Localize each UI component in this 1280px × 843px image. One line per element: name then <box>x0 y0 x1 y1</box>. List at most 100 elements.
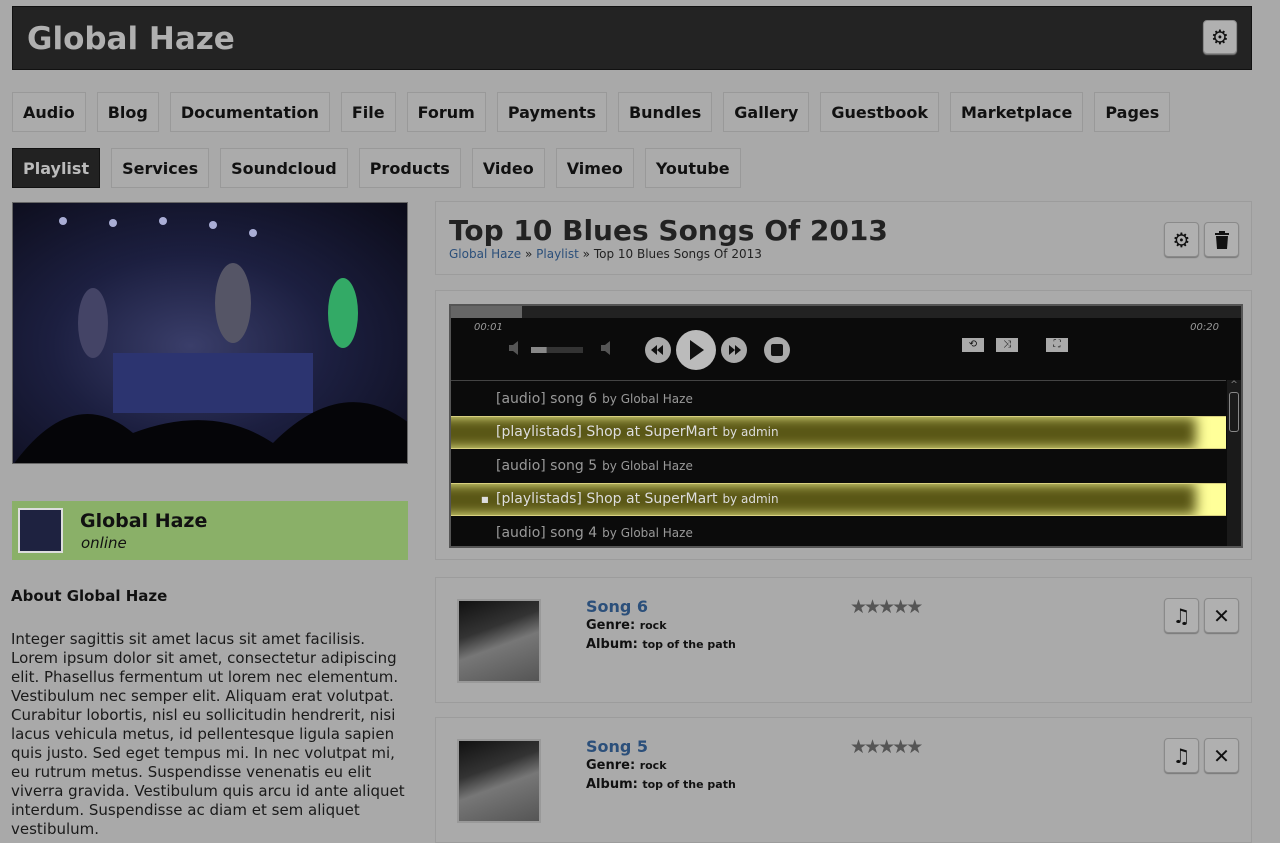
star-icon[interactable]: ★ <box>850 736 867 758</box>
album-value: top of the path <box>642 638 736 651</box>
song-title[interactable]: Song 6 <box>586 597 648 616</box>
main-nav: Audio Blog Documentation File Forum Payments B… <box>12 92 1212 188</box>
nav-blog[interactable]: Blog <box>96 92 159 132</box>
playlist-scrollbar[interactable]: ^ <box>1227 380 1241 546</box>
track-artist: by admin <box>722 492 779 506</box>
track-item[interactable]: ■ [playlistads] Shop at SuperMart by admin <box>451 482 1226 516</box>
avatar[interactable] <box>18 508 63 553</box>
song-album: Album: top of the path <box>586 637 736 652</box>
current-time: 00:01 <box>474 322 503 333</box>
breadcrumb-playlist[interactable]: Playlist <box>536 247 579 261</box>
track-title: [audio] song 4 <box>496 524 598 541</box>
album-art <box>457 739 541 823</box>
nav-forum[interactable]: Forum <box>406 92 486 132</box>
about-heading: About Global Haze <box>11 587 168 605</box>
nav-video[interactable]: Video <box>471 148 545 188</box>
track-list: [audio] song 6 by Global Haze [playlistads… <box>451 380 1226 546</box>
breadcrumb-sep: » <box>582 247 590 261</box>
fullscreen-button[interactable]: ⛶ <box>1046 338 1068 352</box>
nav-products[interactable]: Products <box>358 148 461 188</box>
shuffle-icon: ⤨ <box>1003 339 1011 350</box>
star-icon[interactable]: ★ <box>864 596 881 618</box>
nav-pages[interactable]: Pages <box>1094 92 1171 132</box>
star-icon[interactable]: ★ <box>906 736 923 758</box>
site-header: Global Haze ⚙ <box>12 6 1252 70</box>
nav-playlist[interactable]: Playlist <box>12 148 101 188</box>
profile-name[interactable]: Global Haze <box>80 510 207 532</box>
profile-status: online <box>81 534 127 552</box>
play-song-button[interactable]: ♫ <box>1164 738 1199 773</box>
nav-bundles[interactable]: Bundles <box>617 92 713 132</box>
star-icon[interactable]: ★ <box>878 596 895 618</box>
track-item[interactable]: [audio] song 5 by Global Haze <box>451 449 1226 482</box>
trash-icon <box>1214 230 1229 249</box>
delete-playlist-button[interactable] <box>1204 222 1239 257</box>
rating-stars[interactable]: ★★★★★ <box>850 596 923 618</box>
star-icon[interactable]: ★ <box>878 736 895 758</box>
star-icon[interactable]: ★ <box>906 596 923 618</box>
nav-audio[interactable]: Audio <box>12 92 86 132</box>
nav-guestbook[interactable]: Guestbook <box>820 92 939 132</box>
album-label: Album: <box>586 777 638 792</box>
current-marker-icon: ■ <box>481 494 489 504</box>
artist-photo <box>12 202 408 464</box>
track-artist: by Global Haze <box>602 525 693 540</box>
fullscreen-icon: ⛶ <box>1053 339 1061 350</box>
nav-youtube[interactable]: Youtube <box>644 148 741 188</box>
music-note-icon: ♫ <box>1172 743 1191 768</box>
site-title: Global Haze <box>27 21 235 57</box>
play-song-button[interactable]: ♫ <box>1164 598 1199 633</box>
nav-marketplace[interactable]: Marketplace <box>949 92 1084 132</box>
track-title: [playlistads] Shop at SuperMart <box>496 491 718 507</box>
scroll-thumb[interactable] <box>1229 392 1239 432</box>
rating-stars[interactable]: ★★★★★ <box>850 736 923 758</box>
nav-payments[interactable]: Payments <box>496 92 607 132</box>
page-title: Top 10 Blues Songs Of 2013 <box>449 214 888 247</box>
mute-icon[interactable] <box>509 341 518 355</box>
song-card: Song 6 Genre: rock Album: top of the pat… <box>435 577 1252 703</box>
breadcrumb-current: Top 10 Blues Songs Of 2013 <box>593 247 762 261</box>
nav-gallery[interactable]: Gallery <box>723 92 810 132</box>
song-genre: Genre: rock <box>586 758 667 773</box>
genre-label: Genre: <box>586 758 636 773</box>
playlist-header: Top 10 Blues Songs Of 2013 Global Haze »… <box>435 201 1252 275</box>
profile-card[interactable]: Global Haze online <box>12 501 408 560</box>
track-item[interactable]: [playlistads] Shop at SuperMart by admin <box>451 415 1226 449</box>
genre-value: rock <box>639 759 667 772</box>
remove-song-button[interactable]: ✕ <box>1204 738 1239 773</box>
track-item[interactable]: [audio] song 6 by Global Haze <box>451 382 1226 415</box>
settings-button[interactable]: ⚙ <box>1203 20 1237 54</box>
repeat-icon: ⟲ <box>968 339 978 350</box>
nav-documentation[interactable]: Documentation <box>169 92 330 132</box>
track-artist: by Global Haze <box>602 458 693 473</box>
nav-services[interactable]: Services <box>111 148 210 188</box>
close-icon: ✕ <box>1213 743 1230 768</box>
track-artist: by admin <box>722 425 779 439</box>
nav-file[interactable]: File <box>340 92 396 132</box>
nav-vimeo[interactable]: Vimeo <box>555 148 634 188</box>
scroll-up-icon[interactable]: ^ <box>1227 380 1241 390</box>
star-icon[interactable]: ★ <box>892 596 909 618</box>
duration: 00:20 <box>1190 322 1219 333</box>
track-artist: by Global Haze <box>602 391 693 406</box>
breadcrumb-sep: » <box>524 247 533 261</box>
volume-max-icon[interactable] <box>601 341 610 355</box>
breadcrumb-home[interactable]: Global Haze <box>449 247 521 261</box>
playlist-settings-button[interactable]: ⚙ <box>1164 222 1199 257</box>
track-title: [audio] song 6 <box>496 390 598 407</box>
volume-fill <box>531 347 547 353</box>
star-icon[interactable]: ★ <box>864 736 881 758</box>
track-item[interactable]: [audio] song 4 by Global Haze <box>451 516 1226 549</box>
remove-song-button[interactable]: ✕ <box>1204 598 1239 633</box>
nav-soundcloud[interactable]: Soundcloud <box>220 148 348 188</box>
repeat-button[interactable]: ⟲ <box>962 338 984 352</box>
song-album: Album: top of the path <box>586 777 736 792</box>
track-title: [audio] song 5 <box>496 457 598 474</box>
song-title[interactable]: Song 5 <box>586 737 648 756</box>
star-icon[interactable]: ★ <box>850 596 867 618</box>
shuffle-button[interactable]: ⤨ <box>996 338 1018 352</box>
progress-bar[interactable] <box>451 306 1241 318</box>
audio-player: 00:01 00:20 ⟲ ⤨ ⛶ [audio] song 6 by Globa… <box>449 304 1243 548</box>
star-icon[interactable]: ★ <box>892 736 909 758</box>
song-card: Song 5 Genre: rock Album: top of the pat… <box>435 717 1252 843</box>
